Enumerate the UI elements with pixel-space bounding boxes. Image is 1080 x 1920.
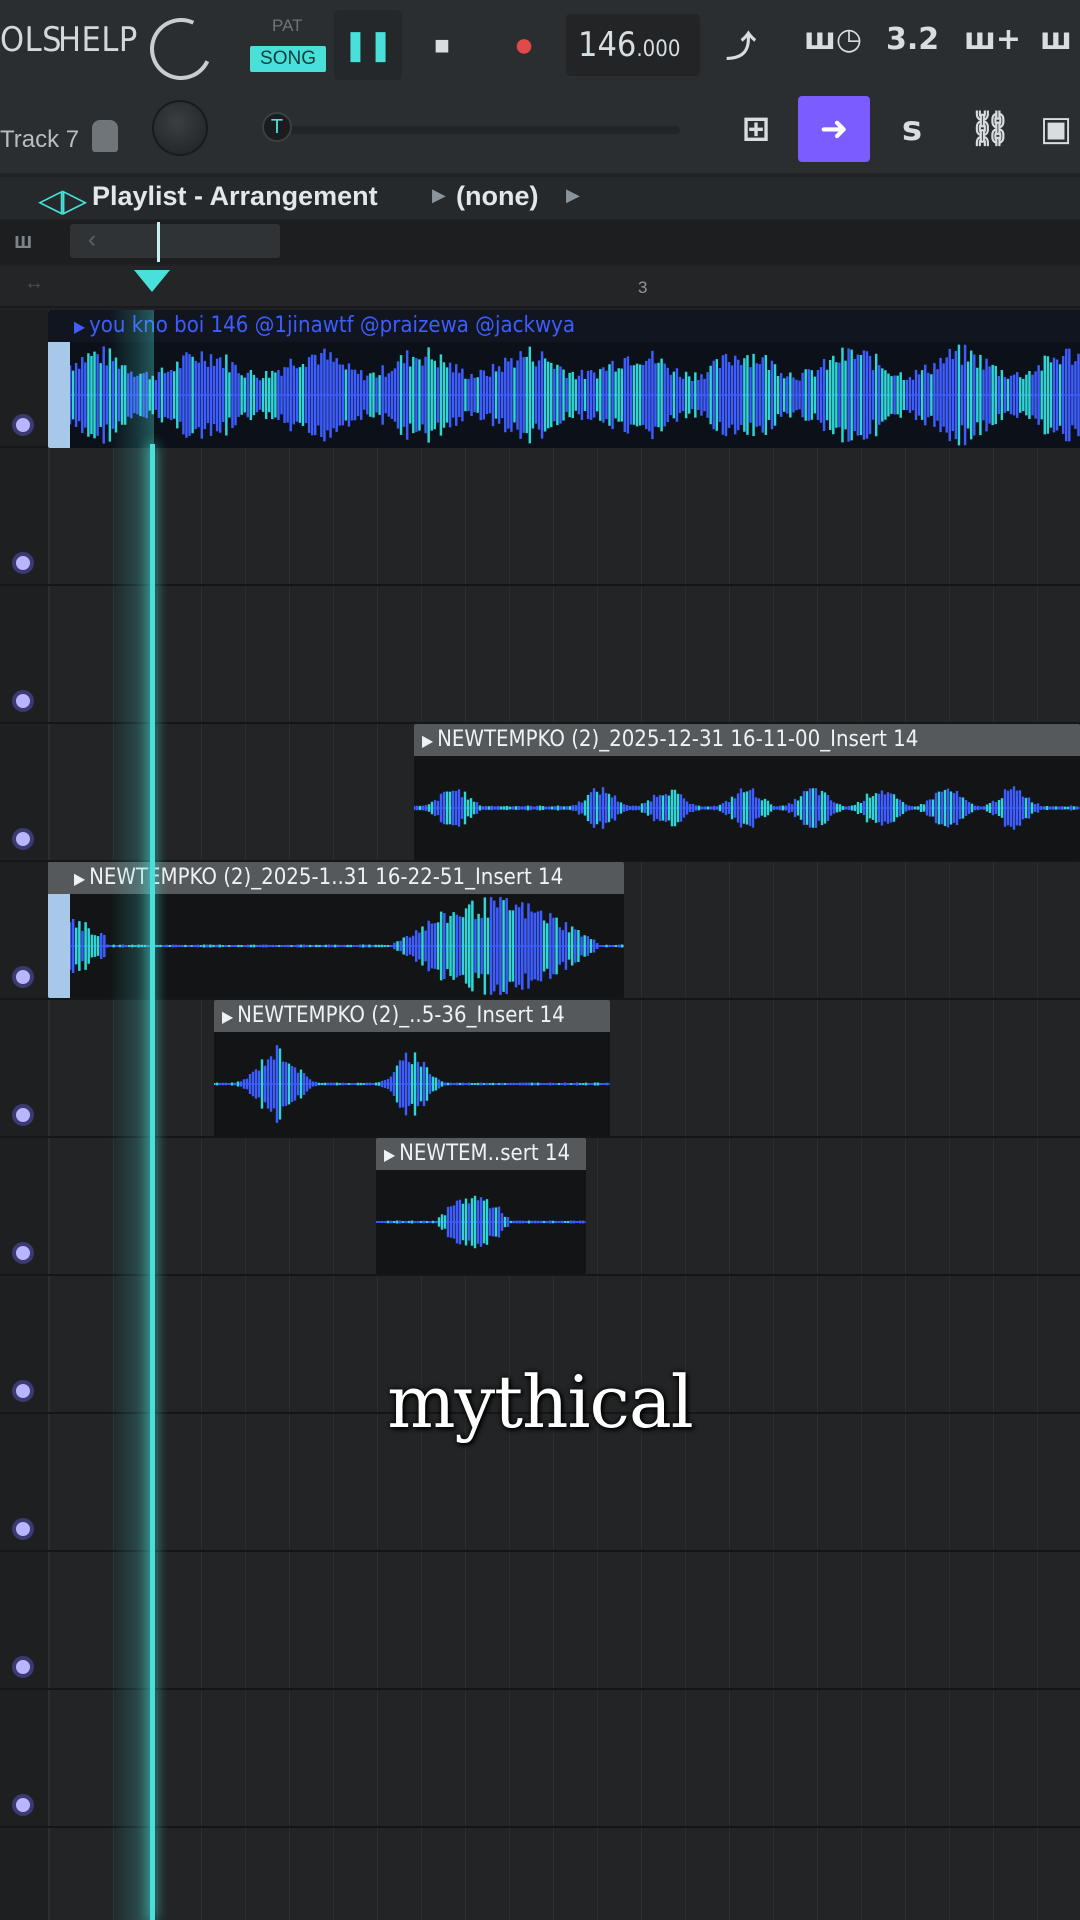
audio-clip[interactable]: ▶ NEWTEMPKO (2)_2025-12-31 16-11-00_Inser… (414, 724, 1080, 860)
breadcrumb-arrow-icon[interactable]: ▶ (566, 185, 580, 206)
track-mute-toggle[interactable] (12, 414, 34, 436)
clip-header[interactable]: ▶ NEWTEMPKO (2)_..5-36_Insert 14 (214, 1000, 610, 1032)
track-row[interactable] (0, 586, 1080, 724)
track-knob[interactable] (152, 100, 208, 156)
clip-title: you kno boi 146 @1jinawtf @praizewa @jac… (89, 313, 575, 338)
stamp-tool[interactable]: ▣ (1032, 96, 1080, 162)
track-row[interactable] (0, 1552, 1080, 1690)
track-row[interactable]: ▶ NEWTEMPKO (2)_2025-12-31 16-11-00_Inser… (0, 724, 1080, 862)
track-row[interactable]: ▶ you kno boi 146 @1jinawtf @praizewa @ja… (0, 310, 1080, 448)
brush-icon: ꜱ (901, 110, 923, 148)
master-pitch-slider[interactable] (270, 126, 680, 134)
waveform (414, 756, 1080, 860)
track-mute-toggle[interactable] (12, 1518, 34, 1540)
main-toolbar: OLS HELP PAT SONG ❚❚ ■ ● 146.000 ⤴ ш◷ 3.… (0, 0, 1080, 175)
video-caption: mythical (387, 1360, 694, 1444)
track-row[interactable] (0, 1690, 1080, 1828)
countdown-icon[interactable]: ш (1040, 22, 1072, 57)
step-edit-icon[interactable]: ш+ (964, 22, 1021, 57)
tempo-value: 146 (578, 25, 637, 65)
wait-record-icon[interactable]: ш◷ (804, 22, 862, 57)
arrow-icon: ➜ (819, 110, 849, 148)
brush-tool[interactable]: ꜱ (876, 96, 948, 162)
arrow-tool[interactable]: ➜ (798, 96, 870, 162)
clip-title: NEWTEM..sert 14 (399, 1141, 571, 1166)
breadcrumb-arrow-icon: ▶ (432, 185, 446, 205)
link-icon: ⛓ (968, 110, 1012, 148)
record-button[interactable]: ● (490, 10, 558, 80)
audio-clip[interactable]: ▶ NEWTEM..sert 14 (376, 1138, 586, 1274)
menu-help[interactable]: HELP (58, 20, 138, 60)
master-volume-knob[interactable] (141, 9, 221, 89)
track-mute-toggle[interactable] (12, 1794, 34, 1816)
song-mode-button[interactable]: SONG (250, 46, 326, 72)
track-mute-toggle[interactable] (12, 690, 34, 712)
pause-button[interactable]: ❚❚ (334, 10, 402, 80)
audio-clip[interactable]: ▶ NEWTEMPKO (2)_..5-36_Insert 14 (214, 1000, 610, 1136)
playhead-line[interactable] (150, 444, 155, 1920)
pat-label: PAT (272, 16, 303, 35)
clip-header[interactable]: ▶ NEWTEM..sert 14 (376, 1138, 586, 1170)
piano-keys-icon: ⊞ (741, 110, 771, 148)
track-mute-toggle[interactable] (12, 552, 34, 574)
link-tool[interactable]: ⛓ (954, 96, 1026, 162)
overview-scroll-handle[interactable] (70, 224, 280, 258)
track-mute-toggle[interactable] (12, 828, 34, 850)
clip-title: NEWTEMPKO (2)_2025-1..31 16-22-51_Insert… (89, 865, 564, 890)
stamp-icon: ▣ (1039, 110, 1073, 148)
audio-clip-vocal[interactable]: ▶ you kno boi 146 @1jinawtf @praizewa @ja… (48, 310, 1080, 448)
track-lanes: ▶ you kno boi 146 @1jinawtf @praizewa @ja… (0, 310, 1080, 1920)
tempo-fraction: .000 (636, 37, 681, 62)
chevron-left-icon[interactable]: ‹ (88, 226, 96, 254)
track-mute-toggle[interactable] (12, 1656, 34, 1678)
current-track-label: Track 7 (0, 126, 80, 153)
pat-song-toggle[interactable]: PAT SONG (250, 14, 326, 76)
playlist-header: ◁▷ Playlist - Arrangement ▶ (none) ▶ (0, 177, 1080, 219)
clip-header[interactable]: ▶ NEWTEMPKO (2)_2025-1..31 16-22-51_Inser… (48, 862, 624, 894)
clip-title: NEWTEMPKO (2)_..5-36_Insert 14 (237, 1003, 565, 1028)
pattern-selector[interactable]: (none) (456, 181, 538, 212)
stop-button[interactable]: ■ (408, 10, 476, 80)
clip-header[interactable]: ▶ NEWTEMPKO (2)_2025-12-31 16-11-00_Inser… (414, 724, 1080, 756)
pause-icon: ❚❚ (342, 28, 394, 62)
clip-title: NEWTEMPKO (2)_2025-12-31 16-11-00_Insert… (437, 727, 919, 752)
overview-position-marker (157, 222, 160, 262)
resize-icon[interactable]: ↔ (24, 272, 44, 295)
track-row[interactable]: ▶ NEWTEMPKO (2)_..5-36_Insert 14 (0, 1000, 1080, 1138)
metronome-icon[interactable]: ⤴ (726, 22, 756, 66)
stop-icon: ■ (434, 29, 450, 60)
track-color-icon (92, 120, 118, 152)
waveform (214, 1032, 610, 1136)
waveform (70, 342, 1080, 448)
track-mute-toggle[interactable] (12, 1242, 34, 1264)
slider-thumb[interactable]: T (262, 112, 292, 142)
piano-keys-tool[interactable]: ⊞ (720, 96, 792, 162)
track-row[interactable]: ▶ NEWTEM..sert 14 (0, 1138, 1080, 1276)
snap-setting[interactable]: 3.2 (886, 22, 939, 57)
tempo-display[interactable]: 146.000 (566, 14, 700, 76)
clip-header[interactable]: ▶ you kno boi 146 @1jinawtf @praizewa @ja… (48, 310, 1080, 342)
menu-tools[interactable]: OLS (0, 20, 62, 60)
speaker-icon[interactable]: ◁▷ (38, 181, 87, 219)
track-row[interactable]: ▶ NEWTEMPKO (2)_2025-1..31 16-22-51_Inser… (0, 862, 1080, 1000)
track-row[interactable] (0, 448, 1080, 586)
piano-icon: ш (14, 228, 33, 253)
playhead-marker[interactable] (134, 270, 170, 292)
track-row[interactable] (0, 1828, 1080, 1920)
track-mute-toggle[interactable] (12, 966, 34, 988)
slider-thumb-icon: T (270, 116, 284, 138)
ruler-bar-number: 3 (638, 278, 648, 297)
waveform (376, 1170, 586, 1274)
playlist-overview[interactable]: ш ‹ (0, 220, 1080, 264)
record-icon: ● (513, 25, 535, 64)
playlist-title: Playlist - Arrangement (92, 181, 378, 211)
audio-clip[interactable]: ▶ NEWTEMPKO (2)_2025-1..31 16-22-51_Inser… (48, 862, 624, 998)
track-mute-toggle[interactable] (12, 1104, 34, 1126)
